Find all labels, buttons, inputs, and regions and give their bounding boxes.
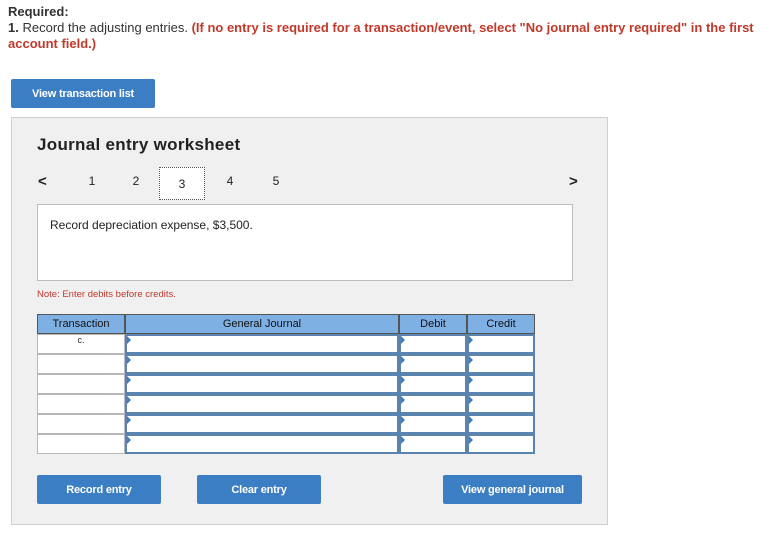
journal-table: Transaction General Journal Debit Credit… [37, 314, 535, 454]
transaction-cell[interactable] [37, 434, 125, 454]
debit-input[interactable] [399, 394, 467, 414]
table-row [37, 394, 535, 414]
debit-input[interactable] [399, 334, 467, 354]
debit-input[interactable] [399, 414, 467, 434]
debit-input[interactable] [399, 434, 467, 454]
instructions: 1. Record the adjusting entries. (If no … [8, 20, 770, 52]
transaction-cell[interactable] [37, 354, 125, 374]
header-credit: Credit [467, 314, 535, 334]
account-input[interactable] [125, 334, 399, 354]
transaction-cell[interactable] [37, 394, 125, 414]
transaction-cell[interactable] [37, 374, 125, 394]
clear-entry-button[interactable]: Clear entry [197, 475, 321, 504]
table-row [37, 414, 535, 434]
header-transaction: Transaction [37, 314, 125, 334]
worksheet-pagination: < 1 2 3 4 5 > [12, 165, 607, 200]
account-input[interactable] [125, 354, 399, 374]
instruction-text: Record the adjusting entries. [22, 20, 188, 35]
header-general-journal: General Journal [125, 314, 399, 334]
table-row [37, 354, 535, 374]
page-3-active[interactable]: 3 [159, 167, 205, 200]
page-1[interactable]: 1 [82, 174, 102, 188]
debits-credits-note: Note: Enter debits before credits. [37, 289, 176, 300]
credit-input[interactable] [467, 394, 535, 414]
table-row: c. [37, 334, 535, 354]
required-heading: Required: [8, 4, 69, 19]
header-debit: Debit [399, 314, 467, 334]
chevron-left-icon[interactable]: < [38, 173, 47, 190]
account-input[interactable] [125, 414, 399, 434]
table-row [37, 374, 535, 394]
account-input[interactable] [125, 394, 399, 414]
account-input[interactable] [125, 374, 399, 394]
transaction-cell[interactable] [37, 414, 125, 434]
debit-input[interactable] [399, 374, 467, 394]
view-transaction-list-button[interactable]: View transaction list [11, 79, 155, 108]
view-general-journal-button[interactable]: View general journal [443, 475, 582, 504]
debit-input[interactable] [399, 354, 467, 374]
page-5[interactable]: 5 [266, 174, 286, 188]
worksheet-title: Journal entry worksheet [37, 135, 241, 154]
chevron-right-icon[interactable]: > [569, 173, 578, 190]
account-input[interactable] [125, 434, 399, 454]
credit-input[interactable] [467, 354, 535, 374]
record-entry-button[interactable]: Record entry [37, 475, 161, 504]
journal-entry-worksheet: Journal entry worksheet < 1 2 3 4 5 > Re… [11, 117, 608, 525]
credit-input[interactable] [467, 434, 535, 454]
transaction-description-box: Record depreciation expense, $3,500. [37, 204, 573, 281]
page-2[interactable]: 2 [126, 174, 146, 188]
table-row [37, 434, 535, 454]
page-4[interactable]: 4 [220, 174, 240, 188]
instruction-number: 1. [8, 20, 19, 35]
credit-input[interactable] [467, 374, 535, 394]
transaction-cell[interactable]: c. [37, 334, 125, 354]
transaction-description: Record depreciation expense, $3,500. [50, 218, 253, 232]
credit-input[interactable] [467, 334, 535, 354]
credit-input[interactable] [467, 414, 535, 434]
